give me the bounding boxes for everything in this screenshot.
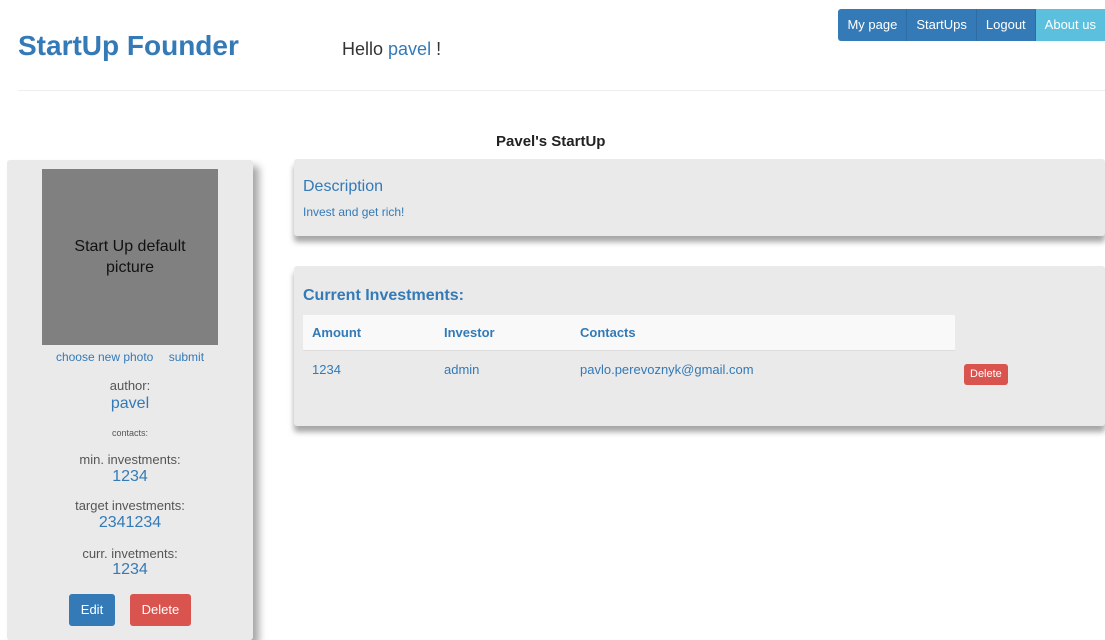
photo-actions: choose new photo submit	[7, 350, 253, 364]
page: StartUp Founder Hello pavel ! My page St…	[0, 0, 1105, 640]
greeting-suffix: !	[431, 39, 442, 59]
sidebar-buttons: Edit Delete	[7, 594, 253, 626]
author-label: author:	[109, 378, 151, 393]
greeting-username: pavel	[388, 39, 432, 59]
cell-contacts: pavlo.perevoznyk@gmail.com	[580, 361, 754, 377]
startup-sidebar: Start Up default picture choose new phot…	[7, 160, 253, 640]
contacts-label: contacts:	[111, 428, 149, 438]
choose-photo-link[interactable]: choose new photo	[56, 350, 153, 364]
delete-investment-button[interactable]: Delete	[964, 363, 1008, 385]
investments-title: Current Investments:	[303, 287, 464, 304]
column-header-actions	[955, 315, 1103, 350]
target-investments-value: 2341234	[98, 514, 162, 531]
curr-investments-value: 1234	[112, 561, 148, 578]
target-investments-label: target investments:	[75, 498, 185, 513]
investments-table: Amount Investor Contacts 1234 admin pavl…	[303, 315, 1103, 388]
photo-placeholder-text: Start Up default picture	[74, 238, 186, 276]
startup-photo: Start Up default picture	[42, 169, 218, 345]
top-nav: My page StartUps Logout About us	[838, 9, 1105, 41]
header-divider	[18, 90, 1105, 91]
column-header-amount: Amount	[303, 315, 435, 351]
column-header-investor: Investor	[435, 315, 571, 351]
curr-investments-label: curr. invetments:	[82, 546, 178, 561]
nav-logout[interactable]: Logout	[976, 9, 1036, 41]
cell-investor: admin	[444, 361, 480, 377]
cell-actions: Delete	[955, 350, 1103, 388]
cell-amount: 1234	[312, 361, 341, 377]
nav-about-us[interactable]: About us	[1035, 9, 1105, 41]
table-header-row: Amount Investor Contacts	[303, 315, 1103, 351]
min-investments-value: 1234	[112, 468, 148, 485]
min-investments-label: min. investments:	[79, 452, 181, 467]
investments-panel: Current Investments: Amount Investor Con…	[294, 266, 1105, 426]
edit-button[interactable]: Edit	[68, 594, 116, 626]
description-panel: Description Invest and get rich!	[294, 159, 1105, 236]
greeting-prefix: Hello	[342, 39, 389, 59]
delete-startup-button[interactable]: Delete	[129, 594, 192, 626]
table-row: 1234 admin pavlo.perevoznyk@gmail.com De…	[303, 350, 1103, 388]
column-header-contacts: Contacts	[571, 315, 955, 351]
nav-startups[interactable]: StartUps	[907, 9, 977, 41]
description-title: Description	[303, 178, 384, 195]
submit-photo-link[interactable]: submit	[169, 350, 204, 364]
greeting: Hello pavel !	[342, 39, 441, 60]
startup-title: Pavel's StartUp	[496, 133, 606, 150]
description-text: Invest and get rich!	[303, 205, 405, 219]
author-value: pavel	[110, 395, 150, 412]
brand-link[interactable]: StartUp Founder	[18, 30, 239, 62]
nav-my-page[interactable]: My page	[838, 9, 908, 41]
